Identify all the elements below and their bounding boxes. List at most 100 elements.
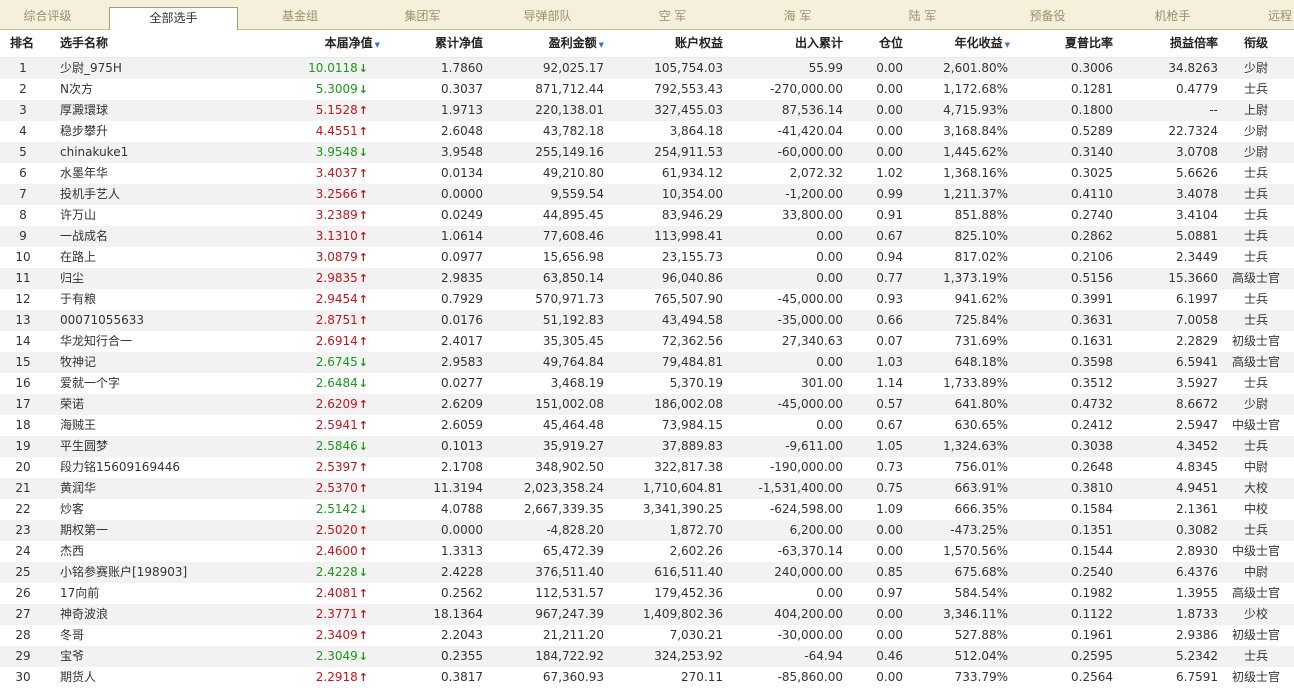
cell-inout: 0.00 [816, 355, 843, 369]
cell-name[interactable]: 牧神记 [60, 352, 250, 373]
cell-name[interactable]: 华龙知行合一 [60, 331, 250, 352]
cell-name[interactable]: 神奇波浪 [60, 604, 250, 625]
tab-1[interactable]: 全部选手 [109, 7, 238, 30]
table-row[interactable]: 8 许万山 3.2389↑ 0.0249 44,895.45 83,946.29 33,80… [0, 205, 1294, 226]
tab-4[interactable]: 导弹部队 [485, 0, 610, 29]
table-row[interactable]: 14 华龙知行合一 2.6914↑ 2.4017 35,305.45 72,362.56 2… [0, 331, 1294, 352]
cell-name[interactable]: 小铭参赛账户[198903] [60, 562, 250, 583]
cell-rank: 9 [19, 229, 27, 243]
cell-name[interactable]: 厚澱環球 [60, 100, 250, 121]
header-pos[interactable]: 仓位 [855, 30, 903, 57]
tab-0[interactable]: 综合评级 [0, 0, 95, 29]
cell-pos: 0.00 [876, 607, 903, 621]
header-title[interactable]: 衔级 [1226, 30, 1286, 57]
cell-name[interactable]: 许万山 [60, 205, 250, 226]
cell-name[interactable]: 期货人 [60, 667, 250, 688]
cell-inout: 6,200.00 [789, 523, 843, 537]
cell-rank: 19 [15, 439, 31, 453]
cell-name[interactable]: 于有粮 [60, 289, 250, 310]
cell-name[interactable]: chinakuke1 [60, 142, 250, 163]
tab-5[interactable]: 空 军 [610, 0, 735, 29]
header-nav[interactable]: 本届净值 ▼ [250, 30, 380, 57]
table-row[interactable]: 30 期货人 2.2918↑ 0.3817 67,360.93 270.11 -85,860… [0, 667, 1294, 688]
header-rank[interactable]: 排名 [10, 30, 50, 57]
header-equity[interactable]: 账户权益 [610, 30, 723, 57]
cell-inout: -30,000.00 [777, 628, 843, 642]
cell-name[interactable]: 爱就一个字 [60, 373, 250, 394]
tab-7[interactable]: 陆 军 [860, 0, 985, 29]
cell-annual: 817.02% [954, 250, 1008, 264]
cell-sharpe: 0.1584 [1071, 502, 1113, 516]
cell-name[interactable]: 黄润华 [60, 478, 250, 499]
arrow-down-icon: ↓ [358, 503, 368, 516]
cell-title: 士兵 [1243, 229, 1268, 243]
cell-name[interactable]: 少尉_975H [60, 58, 250, 79]
cell-name[interactable]: 17向前 [60, 583, 250, 604]
header-cum[interactable]: 累计净值 [390, 30, 483, 57]
cell-name[interactable]: 杰西 [60, 541, 250, 562]
header-inout[interactable]: 出入累计 [730, 30, 843, 57]
table-row[interactable]: 1 少尉_975H 10.0118↓ 1.7860 92,025.17 105,754.0… [0, 58, 1294, 79]
tab-3[interactable]: 集团军 [360, 0, 485, 29]
table-row[interactable]: 5 chinakuke1 3.9548↓ 3.9548 255,149.16 254,91… [0, 142, 1294, 163]
cell-name[interactable]: 水墨年华 [60, 163, 250, 184]
cell-cum: 0.0134 [441, 166, 483, 180]
table-row[interactable]: 27 神奇波浪 2.3771↑ 18.1364 967,247.39 1,409,802.… [0, 604, 1294, 625]
cell-title: 中校 [1243, 502, 1268, 516]
table-row[interactable]: 22 炒客 2.5142↓ 4.0788 2,667,339.35 3,341,390.2… [0, 499, 1294, 520]
table-row[interactable]: 20 段力铭15609169446 2.5397↑ 2.1708 348,902.50 3… [0, 457, 1294, 478]
table-row[interactable]: 13 00071055633 2.8751↑ 0.0176 51,192.83 43,49… [0, 310, 1294, 331]
cell-name[interactable]: 00071055633 [60, 310, 250, 331]
cell-title: 少尉 [1243, 397, 1268, 411]
table-row[interactable]: 3 厚澱環球 5.1528↑ 1.9713 220,138.01 327,455.03 87… [0, 100, 1294, 121]
header-ratio[interactable]: 损益倍率 [1120, 30, 1218, 57]
cell-equity: 1,710,604.81 [642, 481, 723, 495]
tab-9[interactable]: 机枪手 [1110, 0, 1235, 29]
table-row[interactable]: 29 宝爷 2.3049↓ 0.2355 184,722.92 324,253.92 -64… [0, 646, 1294, 667]
cell-cum: 2.4228 [441, 565, 483, 579]
tab-8[interactable]: 预备役 [985, 0, 1110, 29]
cell-name[interactable]: 归尘 [60, 268, 250, 289]
table-row[interactable]: 17 荣诺 2.6209↑ 2.6209 151,002.08 186,002.08 -45… [0, 394, 1294, 415]
cell-name[interactable]: 在路上 [60, 247, 250, 268]
table-row[interactable]: 21 黄润华 2.5370↑ 11.3194 2,023,358.24 1,710,604… [0, 478, 1294, 499]
table-row[interactable]: 6 水墨年华 3.4037↑ 0.0134 49,210.80 61,934.12 2,07… [0, 163, 1294, 184]
table-row[interactable]: 10 在路上 3.0879↑ 0.0977 15,656.98 23,155.73 0.00… [0, 247, 1294, 268]
header-sharpe[interactable]: 夏普比率 [1015, 30, 1113, 57]
table-row[interactable]: 19 平生圆梦 2.5846↓ 0.1013 35,919.27 37,889.83 -9,… [0, 436, 1294, 457]
cell-nav: 2.5941↑ [250, 415, 368, 436]
cell-name[interactable]: 平生圆梦 [60, 436, 250, 457]
tab-10[interactable]: 远程 [1240, 0, 1294, 29]
table-row[interactable]: 24 杰西 2.4600↑ 1.3313 65,472.39 2,602.26 -63,37… [0, 541, 1294, 562]
header-name[interactable]: 选手名称 [60, 30, 210, 57]
cell-name[interactable]: 宝爷 [60, 646, 250, 667]
cell-name[interactable]: 期权第一 [60, 520, 250, 541]
table-row[interactable]: 12 于有粮 2.9454↑ 0.7929 570,971.73 765,507.90 -4… [0, 289, 1294, 310]
header-profit[interactable]: 盈利金额 ▼ [490, 30, 604, 57]
table-row[interactable]: 16 爱就一个字 2.6484↓ 0.0277 3,468.19 5,370.19 301.… [0, 373, 1294, 394]
table-row[interactable]: 23 期权第一 2.5020↑ 0.0000 -4,828.20 1,872.70 6,20… [0, 520, 1294, 541]
cell-name[interactable]: 稳步攀升 [60, 121, 250, 142]
table-row[interactable]: 4 稳步攀升 4.4551↑ 2.6048 43,782.18 3,864.18 -41,4… [0, 121, 1294, 142]
cell-name[interactable]: N次方 [60, 79, 250, 100]
table-row[interactable]: 2 N次方 5.3009↓ 0.3037 871,712.44 792,553.43 -27… [0, 79, 1294, 100]
table-row[interactable]: 26 17向前 2.4081↑ 0.2562 112,531.57 179,452.36 0… [0, 583, 1294, 604]
table-row[interactable]: 7 投机手艺人 3.2566↑ 0.0000 9,559.54 10,354.00 -1,2… [0, 184, 1294, 205]
table-row[interactable]: 28 冬哥 2.3409↑ 2.2043 21,211.20 7,030.21 -30,00… [0, 625, 1294, 646]
cell-name[interactable]: 炒客 [60, 499, 250, 520]
cell-name[interactable]: 段力铭15609169446 [60, 457, 250, 478]
table-row[interactable]: 9 一战成名 3.1310↑ 1.0614 77,608.46 113,998.41 0.0… [0, 226, 1294, 247]
table-row[interactable]: 11 归尘 2.9835↑ 2.9835 63,850.14 96,040.86 0.00 0… [0, 268, 1294, 289]
cell-name[interactable]: 冬哥 [60, 625, 250, 646]
cell-name[interactable]: 海贼王 [60, 415, 250, 436]
tab-6[interactable]: 海 军 [735, 0, 860, 29]
cell-name[interactable]: 一战成名 [60, 226, 250, 247]
cell-name[interactable]: 荣诺 [60, 394, 250, 415]
cell-annual: 1,733.89% [943, 376, 1008, 390]
tab-2[interactable]: 基金组 [240, 0, 360, 29]
cell-name[interactable]: 投机手艺人 [60, 184, 250, 205]
header-annual[interactable]: 年化收益 ▼ [910, 30, 1010, 57]
table-row[interactable]: 18 海贼王 2.5941↑ 2.6059 45,464.48 73,984.15 0.00… [0, 415, 1294, 436]
table-row[interactable]: 15 牧神记 2.6745↓ 2.9583 49,764.84 79,484.81 0.00… [0, 352, 1294, 373]
table-row[interactable]: 25 小铭参赛账户[198903] 2.4228↓ 2.4228 376,511.40 6… [0, 562, 1294, 583]
